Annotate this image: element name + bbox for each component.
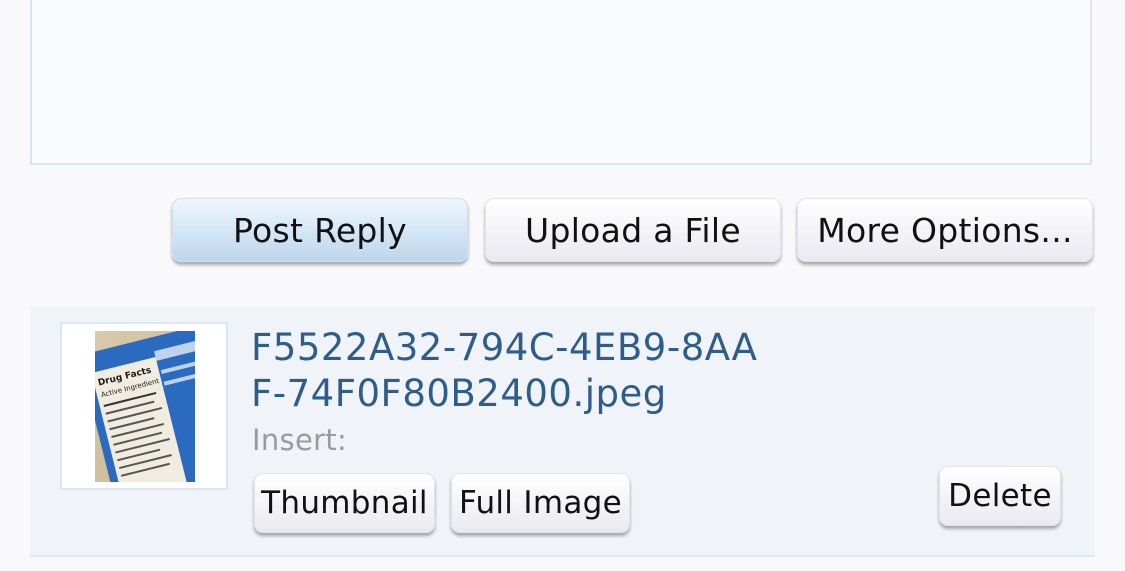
- attachment-thumbnail-image: Drug Facts Active Ingredient: [95, 331, 195, 482]
- insert-full-image-button[interactable]: Full Image: [451, 473, 630, 533]
- attachment-item: Drug Facts Active Ingredient F5522A32-79…: [30, 307, 1095, 557]
- more-options-button[interactable]: More Options...: [797, 198, 1093, 262]
- upload-file-button[interactable]: Upload a File: [485, 198, 781, 262]
- message-editor[interactable]: [30, 0, 1092, 165]
- attachment-thumbnail[interactable]: Drug Facts Active Ingredient: [60, 322, 228, 490]
- insert-label: Insert:: [252, 423, 348, 457]
- attachment-filename-link[interactable]: F5522A32-794C-4EB9-8AAF-74F0F80B2400.jpe…: [251, 325, 771, 417]
- post-reply-button[interactable]: Post Reply: [172, 198, 468, 262]
- insert-thumbnail-button[interactable]: Thumbnail: [254, 473, 435, 533]
- delete-attachment-button[interactable]: Delete: [939, 466, 1061, 526]
